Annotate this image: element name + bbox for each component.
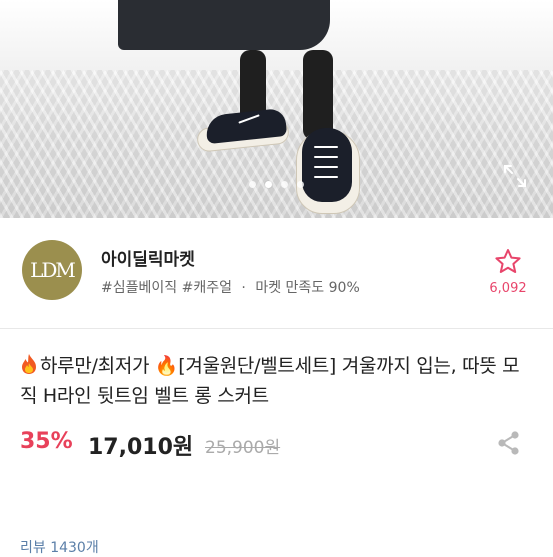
price-row: 35% 17,010원 25,900원: [20, 426, 533, 460]
product-image[interactable]: [0, 0, 553, 218]
store-logo[interactable]: LDM: [22, 240, 82, 300]
share-icon[interactable]: [496, 430, 522, 456]
right-shoe: [302, 128, 352, 202]
skirt-shape: [118, 0, 330, 50]
tag-separator: ·: [241, 280, 246, 296]
carousel-dot[interactable]: [281, 181, 288, 188]
carousel-dot-active[interactable]: [265, 181, 272, 188]
favorite-count: 6,092: [489, 281, 527, 296]
market-satisfaction: 마켓 만족도 90%: [255, 280, 360, 296]
store-name[interactable]: 아이딜릭마켓: [101, 245, 195, 270]
store-tags: #심플베이직 #캐주얼 · 마켓 만족도 90%: [101, 277, 360, 297]
right-shoe-lace-1: [314, 146, 338, 148]
original-price: 25,900원: [205, 438, 281, 458]
star-outline-icon[interactable]: [494, 249, 522, 279]
carousel-dot[interactable]: [297, 181, 304, 188]
expand-icon[interactable]: [502, 163, 528, 189]
right-leg: [303, 50, 333, 140]
store-info-section[interactable]: LDM 아이딜릭마켓 #심플베이직 #캐주얼 · 마켓 만족도 90% 6,09…: [0, 218, 553, 329]
product-info-section: 하루만/최저가 🔥[겨울원단/벨트세트] 겨울까지 입는, 따뜻 모직 H라인 …: [0, 329, 553, 556]
sale-price: 17,010원: [88, 435, 194, 460]
favorite-button[interactable]: 6,092: [478, 248, 538, 296]
discount-rate: 35%: [20, 429, 73, 454]
fire-icon: [20, 353, 38, 375]
review-count-link[interactable]: 리뷰 1430개: [20, 537, 99, 557]
logo-text: LDM: [30, 258, 76, 282]
right-shoe-lace-3: [314, 166, 338, 168]
carousel-indicator: [0, 181, 553, 188]
product-title-text: 하루만/최저가 🔥[겨울원단/벨트세트] 겨울까지 입는, 따뜻 모직 H라인 …: [20, 355, 520, 407]
store-tag-simple[interactable]: #심플베이직: [101, 280, 177, 296]
product-title: 하루만/최저가 🔥[겨울원단/벨트세트] 겨울까지 입는, 따뜻 모직 H라인 …: [20, 351, 525, 411]
carousel-dot[interactable]: [249, 181, 256, 188]
right-shoe-lace-2: [314, 156, 338, 158]
store-tag-casual[interactable]: #캐주얼: [182, 280, 232, 296]
right-shoe-lace-4: [314, 176, 338, 178]
